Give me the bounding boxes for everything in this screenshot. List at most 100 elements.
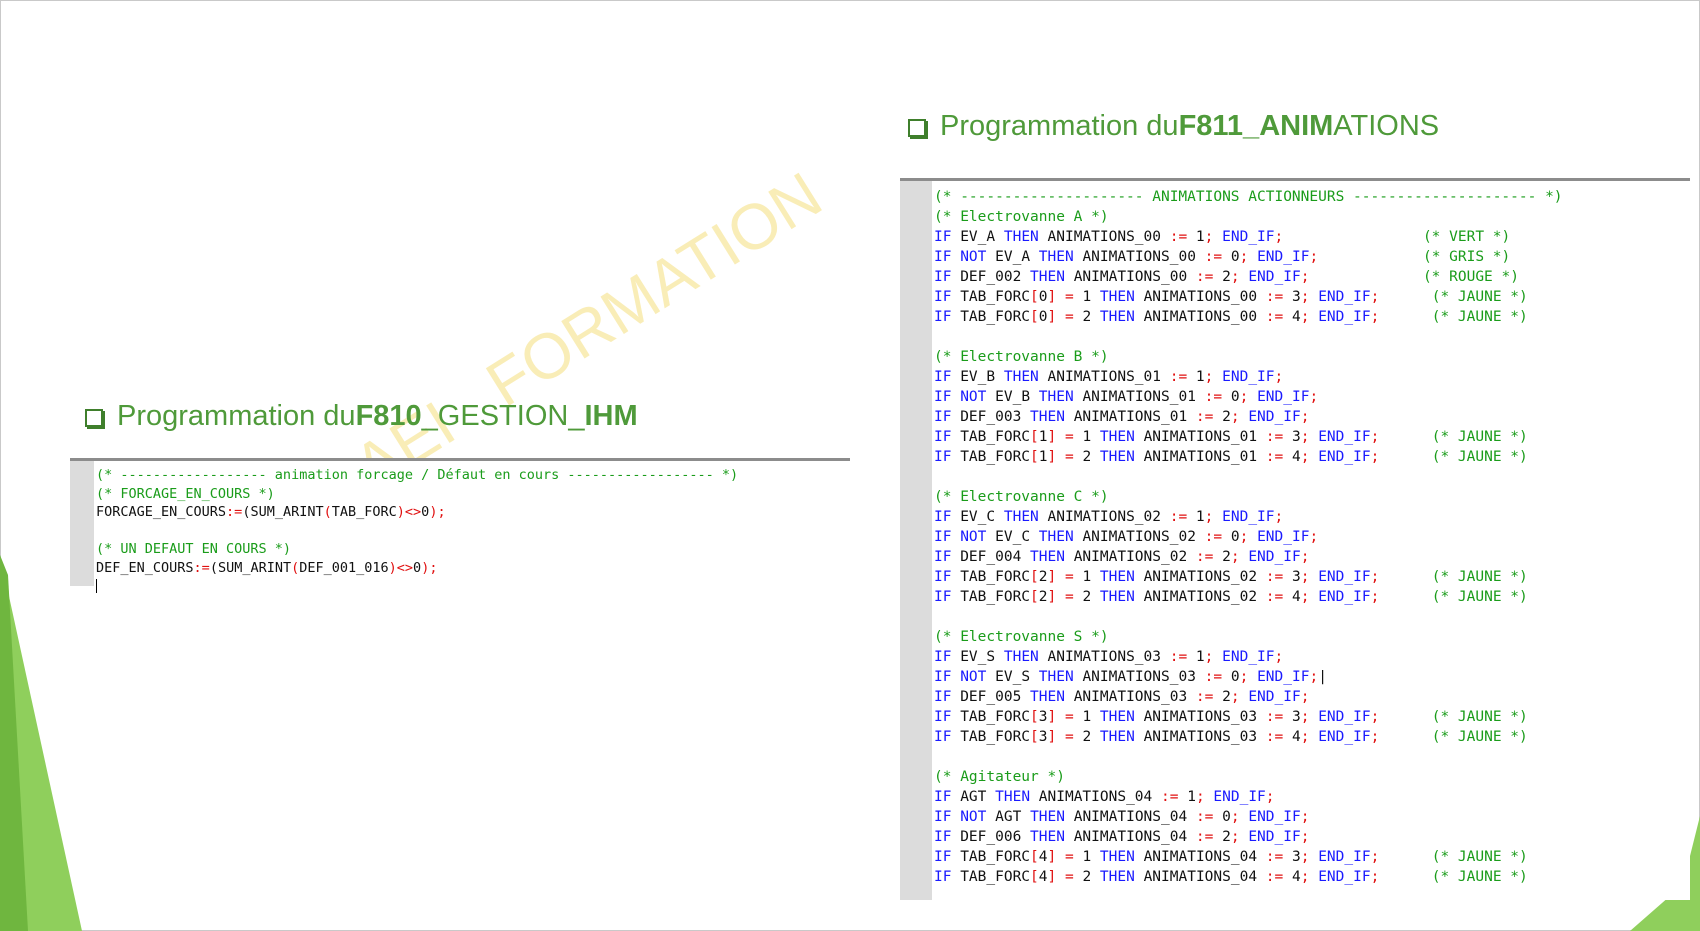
code-line: IF DEF_003 THEN ANIMATIONS_01 := 2; END_… [934,407,1563,427]
code-token: IF [934,309,952,325]
code-editor-f810[interactable]: (* ------------------ animation forcage … [70,458,850,593]
code-line: IF DEF_004 THEN ANIMATIONS_02 := 2; END_… [934,547,1563,567]
code-token: ; [1230,409,1240,425]
heading-middle: _GESTION_ [421,400,585,432]
code-token: [ [1030,729,1039,745]
code-editor-f811[interactable]: (* --------------------- ANIMATIONS ACTI… [900,178,1690,900]
code-token: := [1161,789,1179,805]
code-token: (* ------------------ animation forcage … [96,467,739,483]
code-line: IF EV_B THEN ANIMATIONS_01 := 1; END_IF; [934,367,1563,387]
code-token: THEN [1099,869,1135,885]
code-token: = [1064,729,1074,745]
code-token: ANIMATIONS_04 [1134,869,1266,885]
code-token: 0 [1213,809,1231,825]
code-token: NOT [960,389,987,405]
code-token: THEN [1030,549,1065,565]
code-token: ] [1047,309,1057,325]
code-token: ; [1195,789,1205,805]
code-token: := [1204,669,1223,685]
code-token: (* Electrovanne A *) [934,209,1109,225]
code-token: ; [1274,509,1284,525]
code-token: NOT [960,669,987,685]
code-line: IF AGT THEN ANIMATIONS_04 := 1; END_IF; [934,787,1563,807]
code-token: ANIMATIONS_00 [1064,269,1196,285]
code-token: = [1064,289,1074,305]
code-token: [ [1030,589,1039,605]
code-token: 0 [1038,309,1048,325]
code-token: (* JAUNE *) [1431,569,1528,585]
code-token: (* Agitateur *) [934,769,1065,785]
code-token: (* JAUNE *) [1431,289,1528,305]
code-token: ANIMATIONS_02 [1134,569,1266,585]
code-line: IF TAB_FORC[2] = 1 THEN ANIMATIONS_02 :=… [934,567,1563,587]
code-token: IF [934,649,952,665]
code-token: 4 [1038,869,1048,885]
code-line: IF TAB_FORC[1] = 1 THEN ANIMATIONS_01 :=… [934,427,1563,447]
code-token: ANIMATIONS_03 [1134,709,1266,725]
code-token: IF [934,829,952,845]
code-token: IF [934,709,952,725]
code-token: DEF_006 [951,829,1031,845]
code-token: IF [934,229,952,245]
code-token: 2 [1038,589,1048,605]
code-token: THEN [1030,829,1065,845]
code-token: (* ROUGE *) [1422,269,1519,285]
code-token: := [1265,849,1284,865]
code-token: ; [1309,669,1319,685]
code-token: THEN [1099,849,1135,865]
code-token: (* UN DEFAUT EN COURS *) [96,541,292,557]
code-line: IF NOT EV_S THEN ANIMATIONS_03 := 0; END… [934,667,1563,687]
code-line: (* Electrovanne A *) [934,207,1563,227]
code-token: IF [934,789,952,805]
code-token: 0 [1222,529,1240,545]
code-token: := [1265,709,1284,725]
code-token: TAB_FORC [951,869,1031,885]
code-token: END_IF [1318,429,1371,445]
code-token: ] [1047,709,1057,725]
code-token: := [226,504,243,520]
code-token: ANIMATIONS_02 [1038,509,1170,525]
code-token: 1 [1073,849,1100,865]
code-line: (* UN DEFAUT EN COURS *) [96,540,738,559]
code-token: := [1169,509,1188,525]
code-token: = [1064,869,1074,885]
checkbox-bullet-icon [85,408,103,427]
code-token: ANIMATIONS_04 [1134,849,1266,865]
code-token: := [1169,369,1188,385]
code-token: := [1265,569,1284,585]
code-token: 2 [1038,569,1048,585]
code-token: NOT [960,809,987,825]
code-token: THEN [1038,669,1074,685]
code-token: IF [934,589,952,605]
code-token: IF [934,389,952,405]
code-token: (* JAUNE *) [1431,449,1528,465]
code-token: ] [1047,869,1057,885]
code-token: 3 [1283,429,1301,445]
code-token: ; [1309,249,1319,265]
code-token: IF [934,549,952,565]
code-token: 4 [1283,449,1301,465]
code-token: := [1265,729,1284,745]
code-token: DEF_001_016 [299,559,389,576]
code-token: ( [291,559,300,576]
code-token: := [1195,689,1214,705]
code-token: TAB_FORC [331,504,397,520]
code-token: 0 [1222,389,1240,405]
code-token: ANIMATIONS_01 [1038,369,1170,385]
code-token: FORCAGE_EN_COURS [96,504,227,520]
code-token: THEN [1099,589,1135,605]
code-token: 4 [1038,849,1048,865]
watermark: AEI FORMATION [341,158,834,504]
